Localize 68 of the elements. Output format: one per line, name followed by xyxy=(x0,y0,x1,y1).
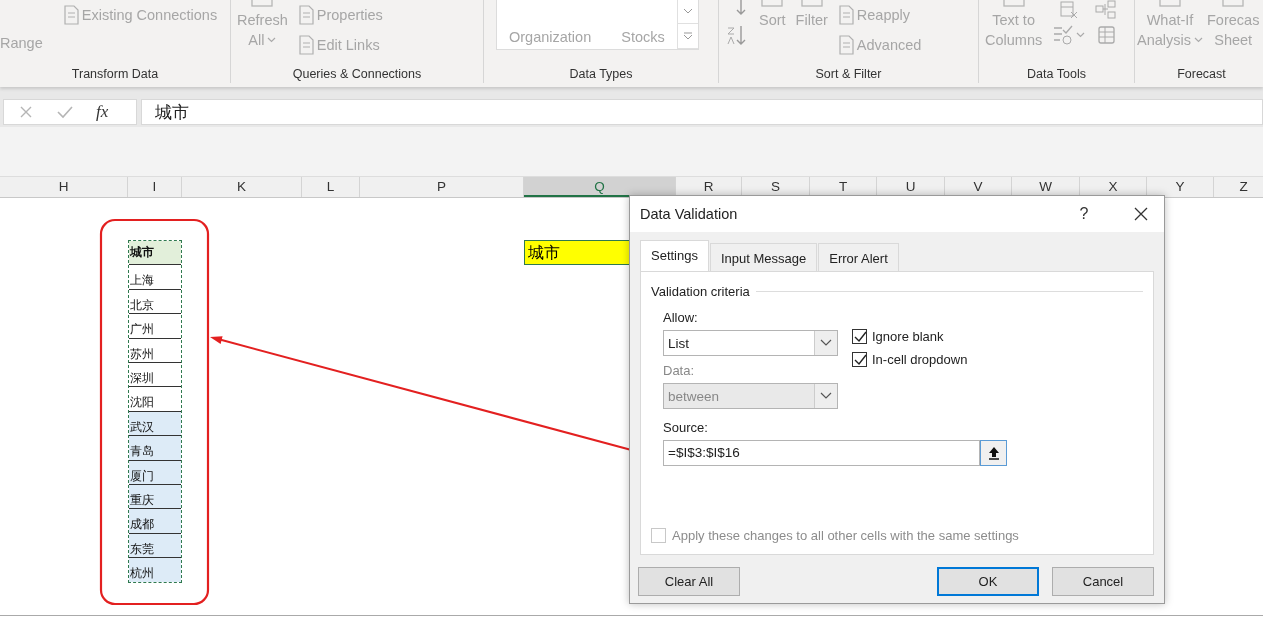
column-header[interactable]: L xyxy=(302,177,360,197)
collapse-dialog-button[interactable] xyxy=(980,440,1007,466)
tab[interactable]: Input Message xyxy=(710,243,818,272)
tab[interactable]: Settings xyxy=(640,240,709,272)
table-cell: 城市 xyxy=(129,241,181,266)
document-icon xyxy=(837,5,854,25)
caret-icon xyxy=(267,37,277,43)
table-cell: 武汉 xyxy=(129,411,181,437)
group-label: Data Tools xyxy=(1026,66,1087,82)
column-header[interactable]: Z xyxy=(1214,177,1263,197)
formula-input[interactable]: 城市 xyxy=(141,99,1263,125)
chevron-icon xyxy=(820,392,832,400)
checkbox-label: Apply these changes to all other cells with the same settings xyxy=(672,528,1019,543)
enter-icon[interactable] xyxy=(56,104,74,120)
table-cell: 青岛 xyxy=(129,436,181,461)
relationships-icon[interactable] xyxy=(1095,0,1118,20)
document-icon xyxy=(297,35,314,55)
chevron-icon xyxy=(682,8,693,14)
group-label: Queries & Connections xyxy=(291,66,423,82)
source-field[interactable]: =$I$3:$I$16 xyxy=(663,440,980,466)
document-icon xyxy=(297,5,314,25)
group-label: Sort & Filter xyxy=(814,66,883,82)
table-cell: 广州 xyxy=(129,314,181,339)
remove-duplicates-icon[interactable] xyxy=(1058,0,1079,20)
column-header[interactable]: Q xyxy=(524,177,676,197)
column-header[interactable]: K xyxy=(182,177,302,197)
table-cell: 沈阳 xyxy=(129,387,181,412)
group-label: Data Types xyxy=(568,66,634,82)
table-cell: 苏州 xyxy=(129,338,181,363)
section-title: Validation criteria xyxy=(651,284,750,299)
more-icon xyxy=(682,32,693,40)
dialog-button[interactable]: Cancel xyxy=(1052,567,1154,596)
table-cell: 东莞 xyxy=(129,533,181,559)
help-button[interactable]: ? xyxy=(1072,205,1096,223)
document-icon xyxy=(62,5,79,25)
checkbox-label: In-cell dropdown xyxy=(872,352,968,367)
checkbox-label: Ignore blank xyxy=(872,329,944,344)
table-cell: 深圳 xyxy=(129,362,181,388)
data-validation-icon[interactable] xyxy=(1052,24,1075,46)
table-cell: 厦门 xyxy=(129,460,181,485)
group-label: Transform Data xyxy=(70,66,160,82)
table-cell: 成都 xyxy=(129,509,181,534)
caret-icon xyxy=(1194,37,1203,43)
chevron-icon xyxy=(820,339,832,347)
table-cell: 杭州 xyxy=(129,558,181,583)
table-cell: 重庆 xyxy=(129,484,181,510)
caret-icon[interactable] xyxy=(1076,32,1086,38)
column-header[interactable]: I xyxy=(128,177,182,197)
allow-dropdown[interactable]: List xyxy=(663,330,838,356)
close-icon xyxy=(1133,206,1149,222)
data-model-icon[interactable] xyxy=(1095,24,1118,46)
table-cell: 北京 xyxy=(129,289,181,315)
upload-icon xyxy=(987,446,1000,460)
document-icon xyxy=(837,35,854,55)
dialog-button[interactable]: OK xyxy=(937,567,1039,596)
field-label: Allow: xyxy=(663,309,699,327)
checkbox[interactable] xyxy=(852,352,867,367)
tab[interactable]: Error Alert xyxy=(818,243,899,272)
insert-function-button[interactable]: fx xyxy=(96,102,109,122)
checkbox[interactable] xyxy=(852,329,867,344)
dialog-button[interactable]: Clear All xyxy=(638,567,740,596)
cancel-icon[interactable] xyxy=(18,104,34,120)
column-header[interactable]: H xyxy=(0,177,128,197)
field-label: Source: xyxy=(662,419,709,437)
table-cell: 上海 xyxy=(129,265,181,290)
group-label: Forecast xyxy=(1176,66,1227,82)
field-label: Data: xyxy=(663,362,696,380)
dialog-title: Data Validation xyxy=(640,206,739,222)
